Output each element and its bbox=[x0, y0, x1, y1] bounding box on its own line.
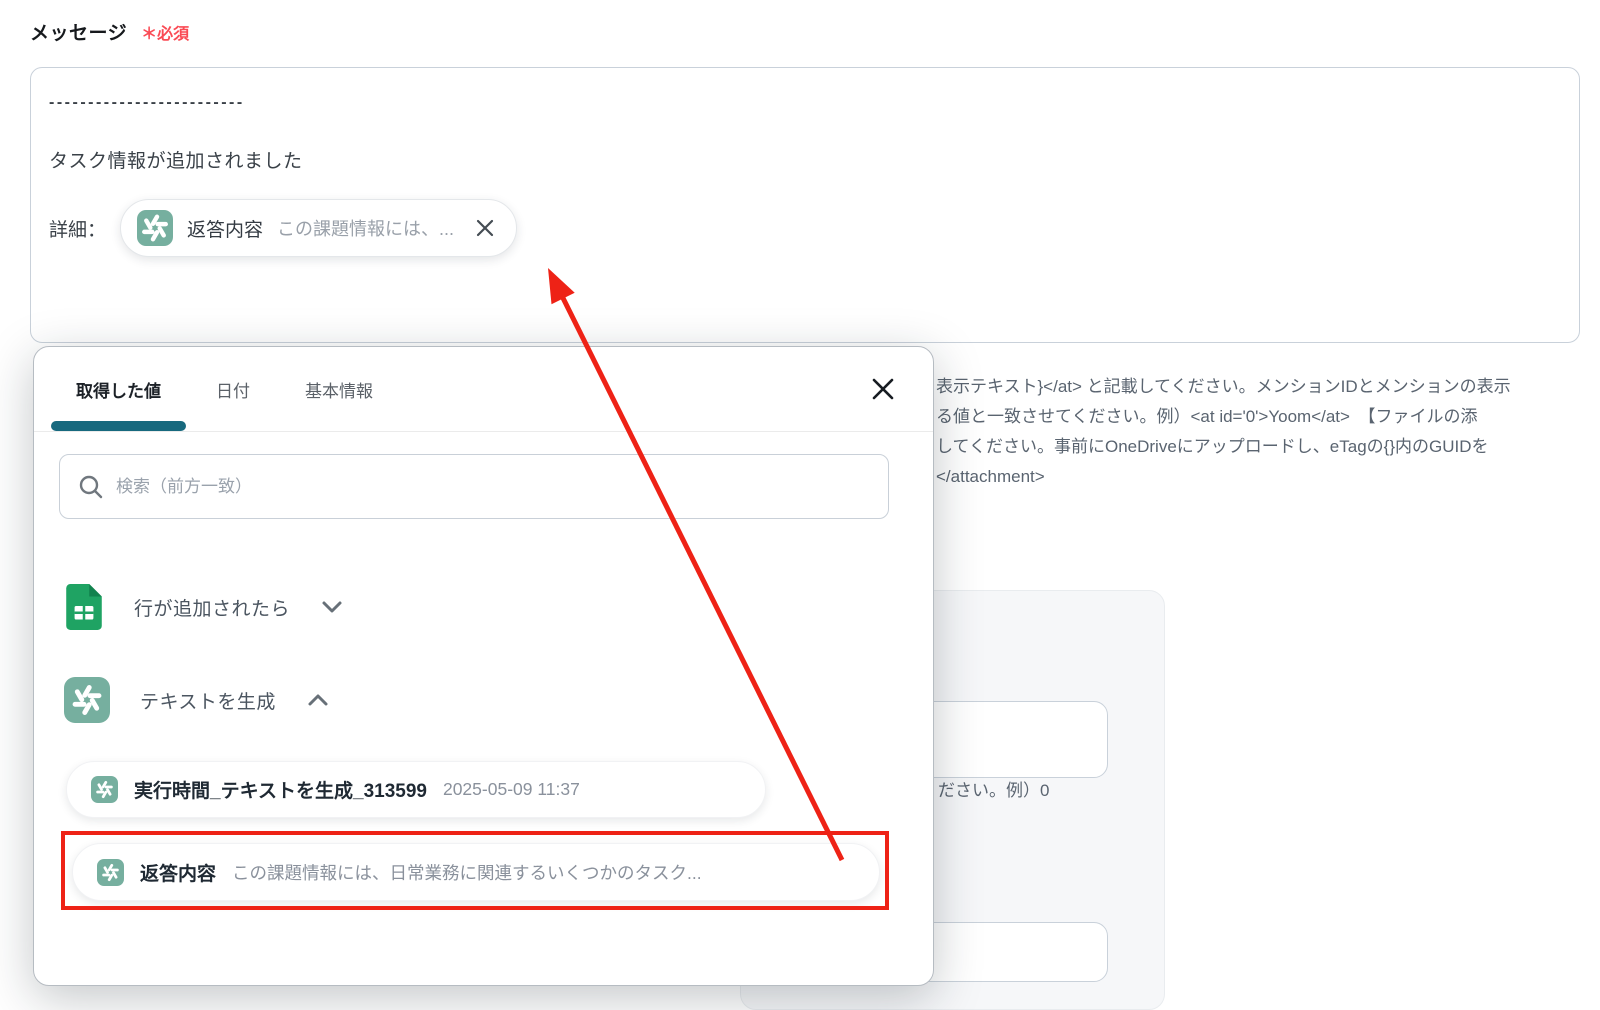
help-text-line: 表示テキスト}</at> と記載してください。メンションIDとメンションの表示 bbox=[936, 377, 1511, 396]
chip-preview: この課題情報には、... bbox=[277, 219, 455, 239]
openai-icon bbox=[97, 858, 124, 886]
item-timestamp: 2025-05-09 11:37 bbox=[442, 779, 580, 799]
textarea-text-line: タスク情報が追加されました bbox=[49, 151, 303, 172]
variable-chip[interactable]: 返答内容 この課題情報には、... bbox=[120, 199, 518, 257]
openai-icon bbox=[91, 776, 118, 803]
openai-icon bbox=[64, 677, 110, 723]
chevron-down-icon[interactable] bbox=[320, 599, 344, 615]
list-item-response-content[interactable]: 返答内容 この課題情報には、日常業務に関連するいくつかのタスク... bbox=[72, 843, 880, 901]
openai-icon bbox=[137, 210, 174, 246]
search-icon bbox=[78, 474, 104, 500]
list-item-execution-time[interactable]: 実行時間_テキストを生成_313599 2025-05-09 11:37 bbox=[66, 761, 766, 818]
variable-picker-modal: 取得した値 日付 基本情報 行が追加されたら bbox=[33, 346, 934, 986]
message-textarea[interactable]: ------------------------- タスク情報が追加されました … bbox=[30, 67, 1580, 343]
item-title: 返答内容 bbox=[140, 863, 217, 885]
help-text-line: る値と一致させてください。例）<at id='0'>Yoom</at> 【ファイ… bbox=[936, 407, 1478, 426]
modal-tab-bar: 取得した値 日付 基本情報 bbox=[34, 347, 933, 432]
help-text-line: </attachment> bbox=[936, 467, 1045, 486]
chevron-up-icon[interactable] bbox=[306, 692, 330, 708]
detail-prefix-label: 詳細： bbox=[49, 219, 107, 241]
item-title: 実行時間_テキストを生成_313599 bbox=[134, 781, 427, 802]
field-label-row: メッセージ ＊必須 bbox=[30, 18, 189, 45]
search-input[interactable] bbox=[116, 476, 870, 497]
field-label: メッセージ bbox=[30, 23, 128, 44]
textarea-divider-line: ------------------------- bbox=[49, 94, 245, 111]
search-box[interactable] bbox=[59, 454, 889, 519]
help-text-line: してください。事前にOneDriveにアップロードし、eTagの{}内のGUID… bbox=[936, 437, 1489, 456]
tab-date[interactable]: 日付 bbox=[191, 347, 275, 431]
textarea-detail-row: 詳細： 返答内容 この課題情報には、... bbox=[49, 199, 1561, 257]
group-label: テキストを生成 bbox=[140, 691, 276, 713]
group-row-sheets-trigger[interactable]: 行が追加されたら bbox=[64, 584, 344, 630]
item-preview: この課題情報には、日常業務に関連するいくつかのタスク... bbox=[232, 862, 702, 883]
tab-basic-info[interactable]: 基本情報 bbox=[280, 347, 398, 431]
group-label: 行が追加されたら bbox=[134, 598, 291, 620]
tab-retrieved-values[interactable]: 取得した値 bbox=[51, 347, 186, 431]
group-row-generate-text[interactable]: テキストを生成 bbox=[64, 677, 330, 723]
chip-remove-icon[interactable] bbox=[474, 217, 496, 239]
chip-title: 返答内容 bbox=[187, 219, 264, 241]
background-help-text: 表示テキスト}</at> と記載してください。メンションIDとメンションの表示 … bbox=[936, 372, 1511, 492]
close-icon[interactable] bbox=[867, 373, 899, 405]
required-badge: ＊必須 bbox=[141, 25, 190, 43]
side-panel-hint-text: ださい。例）0 bbox=[938, 781, 1050, 800]
google-sheets-icon bbox=[64, 584, 104, 630]
